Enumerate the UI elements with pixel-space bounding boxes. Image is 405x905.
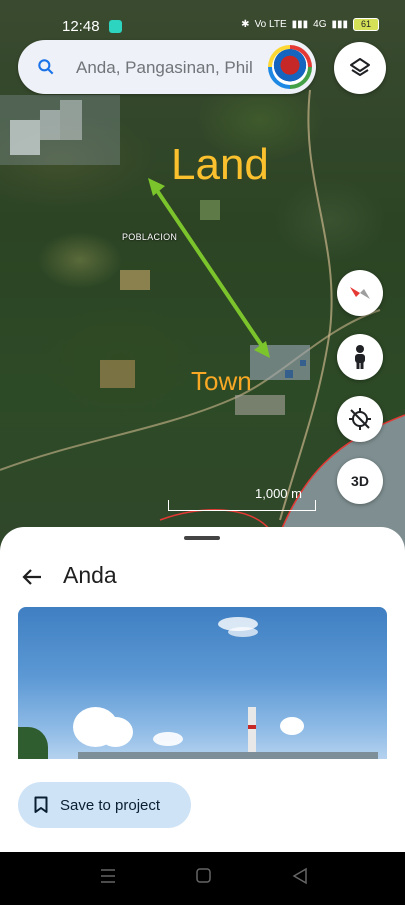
- chimney-stripe: [248, 725, 256, 729]
- trees: [18, 727, 48, 760]
- battery-icon: 61: [353, 18, 379, 31]
- search-input[interactable]: [74, 54, 268, 82]
- status-bar: 12:48 ✱ Vo LTE ▮▮▮ 4G ▮▮▮ 61: [0, 0, 405, 36]
- volte-label: Vo LTE: [254, 19, 287, 30]
- scale-label: 1,000 m: [255, 486, 302, 501]
- signal-icon-2: ▮▮▮: [331, 19, 348, 30]
- land-label: Land: [171, 140, 269, 189]
- scale-bar: [168, 500, 316, 511]
- save-label: Save to project: [60, 796, 161, 814]
- system-nav-buttons: [101, 867, 307, 885]
- place-label-poblacion: POBLACION: [122, 232, 178, 242]
- drag-handle[interactable]: [184, 536, 220, 540]
- layers-icon: [350, 58, 370, 76]
- satellite-map[interactable]: Land Town POBLACION 1,000 m 12:48 ✱ Vo L…: [0, 0, 405, 560]
- bookmark-icon: [34, 796, 48, 813]
- avatar[interactable]: [268, 45, 312, 89]
- network-label: 4G: [313, 19, 327, 30]
- menu-icon[interactable]: [101, 869, 115, 883]
- town-label: Town: [191, 366, 252, 396]
- my-location-button[interactable]: [337, 396, 383, 442]
- back-arrow-icon[interactable]: [20, 565, 44, 589]
- signal-icon: ▮▮▮: [291, 19, 309, 30]
- location-off-icon: [349, 408, 371, 430]
- search-icon: [38, 59, 54, 75]
- status-icons: ✱ Vo LTE ▮▮▮ 4G ▮▮▮ 61: [241, 18, 379, 31]
- place-title: Anda: [63, 562, 117, 588]
- search-bar[interactable]: [18, 40, 316, 94]
- street-view-button[interactable]: [337, 334, 383, 380]
- compass-button[interactable]: [337, 270, 383, 316]
- bluetooth-icon: ✱: [241, 19, 250, 30]
- compass-icon: [350, 287, 370, 299]
- 3d-button[interactable]: 3D: [337, 458, 383, 504]
- save-to-project-button[interactable]: Save to project: [18, 782, 191, 828]
- status-time: 12:48: [62, 18, 100, 35]
- action-bar: Save to project: [0, 759, 405, 852]
- layers-button[interactable]: [334, 42, 386, 94]
- home-icon[interactable]: [196, 868, 211, 883]
- place-photo[interactable]: [18, 607, 387, 760]
- notification-icon: [109, 20, 122, 33]
- place-sheet: Anda Save to project: [0, 527, 405, 852]
- pegman-icon: [355, 345, 365, 369]
- system-nav-bar: [0, 852, 405, 900]
- back-nav-icon[interactable]: [292, 867, 307, 885]
